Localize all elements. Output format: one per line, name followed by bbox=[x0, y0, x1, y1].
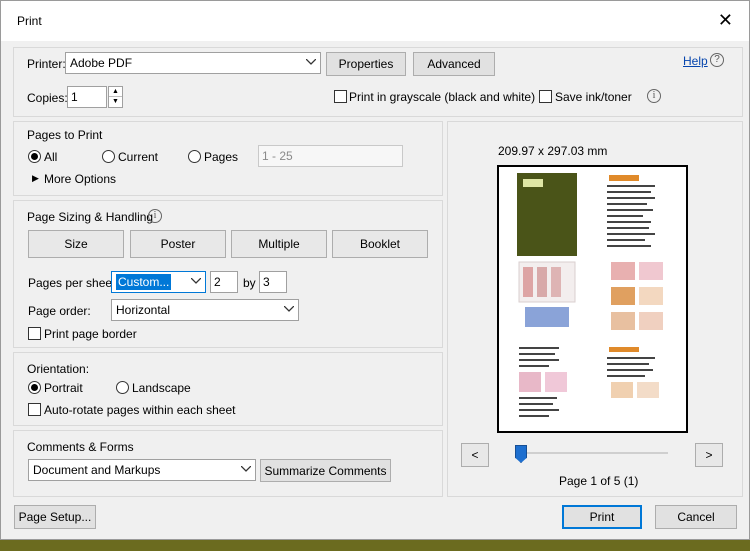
size-button[interactable]: Size bbox=[28, 230, 124, 258]
advanced-button[interactable]: Advanced bbox=[413, 52, 495, 76]
pages-to-print-title: Pages to Print bbox=[27, 128, 103, 142]
page-sizing-title: Page Sizing & Handling bbox=[27, 210, 154, 224]
radio-current[interactable] bbox=[102, 150, 115, 163]
window-title: Print bbox=[17, 14, 42, 28]
auto-rotate-label: Auto-rotate pages within each sheet bbox=[44, 403, 236, 417]
prev-page-button[interactable]: < bbox=[461, 443, 489, 467]
properties-button[interactable]: Properties bbox=[326, 52, 406, 76]
pages-per-sheet-select[interactable]: Custom... bbox=[111, 271, 206, 293]
page-status: Page 1 of 5 (1) bbox=[559, 474, 639, 488]
page-slider-track[interactable] bbox=[516, 452, 668, 454]
radio-portrait[interactable] bbox=[28, 381, 41, 394]
page-order-select[interactable]: Horizontal bbox=[111, 299, 299, 321]
print-button[interactable]: Print bbox=[562, 505, 642, 529]
stepper-up-icon[interactable]: ▲ bbox=[109, 87, 122, 97]
printer-select[interactable]: Adobe PDF bbox=[65, 52, 321, 74]
pages-cols-input[interactable]: 2 bbox=[210, 271, 238, 293]
info-icon[interactable]: i bbox=[148, 209, 162, 223]
save-ink-checkbox[interactable] bbox=[539, 90, 552, 103]
title-bar: Print ✕ bbox=[1, 1, 749, 41]
page-order-label: Page order: bbox=[28, 304, 91, 318]
copies-input[interactable]: 1 bbox=[67, 86, 107, 108]
page-dimensions: 209.97 x 297.03 mm bbox=[498, 144, 608, 158]
grayscale-label: Print in grayscale (black and white) bbox=[349, 90, 536, 104]
orientation-title: Orientation: bbox=[27, 362, 90, 376]
help-link[interactable]: Help bbox=[683, 54, 708, 68]
chevron-down-icon bbox=[302, 53, 320, 73]
auto-rotate-checkbox[interactable] bbox=[28, 403, 41, 416]
printer-label: Printer: bbox=[27, 57, 66, 71]
radio-pages[interactable] bbox=[188, 150, 201, 163]
info-icon[interactable]: i bbox=[647, 89, 661, 103]
radio-pages-label: Pages bbox=[204, 150, 239, 164]
print-border-checkbox[interactable] bbox=[28, 327, 41, 340]
cancel-button[interactable]: Cancel bbox=[655, 505, 737, 529]
summarize-comments-button[interactable]: Summarize Comments bbox=[260, 459, 391, 482]
print-border-label: Print page border bbox=[44, 327, 137, 341]
radio-all-label: All bbox=[44, 150, 58, 164]
more-options-toggle[interactable]: More Options bbox=[44, 172, 116, 186]
expand-triangle-icon[interactable]: ▶ bbox=[32, 173, 39, 184]
poster-button[interactable]: Poster bbox=[130, 230, 226, 258]
pages-per-sheet-label: Pages per sheet: bbox=[28, 276, 119, 290]
radio-portrait-label: Portrait bbox=[44, 381, 83, 395]
page-setup-button[interactable]: Page Setup... bbox=[14, 505, 96, 529]
page-order-value: Horizontal bbox=[116, 303, 171, 317]
printer-select-value: Adobe PDF bbox=[70, 56, 133, 70]
page-thumbnails-illustration bbox=[517, 173, 663, 417]
next-page-button[interactable]: > bbox=[695, 443, 723, 467]
pages-per-sheet-value: Custom... bbox=[116, 274, 172, 290]
page-preview bbox=[497, 165, 688, 433]
pages-range-input[interactable]: 1 - 25 bbox=[258, 145, 403, 167]
by-label: by bbox=[243, 276, 256, 290]
chevron-down-icon bbox=[280, 300, 298, 320]
pages-rows-input[interactable]: 3 bbox=[259, 271, 287, 293]
copies-label: Copies: bbox=[27, 91, 68, 105]
comments-forms-select[interactable]: Document and Markups bbox=[28, 459, 256, 481]
stepper-down-icon[interactable]: ▼ bbox=[109, 97, 122, 107]
comments-forms-value: Document and Markups bbox=[33, 463, 161, 477]
print-dialog: Print ✕ Printer: Adobe PDF Properties Ad… bbox=[0, 0, 750, 540]
grayscale-checkbox[interactable] bbox=[334, 90, 347, 103]
close-icon[interactable]: ✕ bbox=[718, 11, 733, 29]
comments-forms-title: Comments & Forms bbox=[27, 440, 134, 454]
radio-all[interactable] bbox=[28, 150, 41, 163]
copies-stepper[interactable]: ▲ ▼ bbox=[108, 86, 123, 108]
booklet-button[interactable]: Booklet bbox=[332, 230, 428, 258]
radio-landscape[interactable] bbox=[116, 381, 129, 394]
help-icon[interactable]: ? bbox=[710, 53, 724, 67]
save-ink-label: Save ink/toner bbox=[555, 90, 632, 104]
chevron-down-icon bbox=[237, 460, 255, 480]
radio-landscape-label: Landscape bbox=[132, 381, 191, 395]
multiple-button[interactable]: Multiple bbox=[231, 230, 327, 258]
chevron-down-icon bbox=[187, 272, 205, 292]
radio-current-label: Current bbox=[118, 150, 159, 164]
